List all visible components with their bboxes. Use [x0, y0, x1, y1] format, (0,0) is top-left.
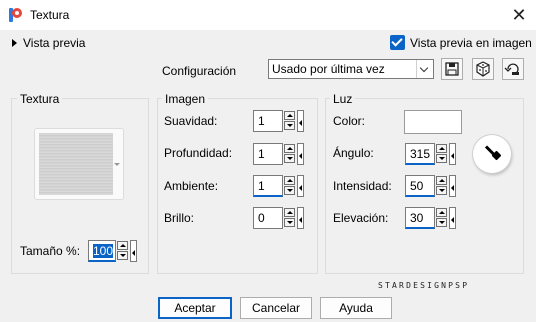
app-logo-icon — [9, 8, 22, 22]
accept-button[interactable]: Aceptar — [158, 297, 232, 319]
brightness-label: Brillo: — [164, 211, 195, 225]
spin-up-icon — [284, 144, 295, 153]
imagen-group-title: Imagen — [162, 92, 209, 106]
brightness-input[interactable]: 0 — [253, 207, 283, 229]
spin-down-icon — [436, 186, 447, 195]
watermark-text: STARDESIGNPSP — [378, 281, 470, 290]
configuration-label: Configuración — [162, 64, 237, 78]
textura-group-title: Textura — [17, 92, 63, 106]
intensity-label: Intensidad: — [333, 179, 392, 193]
ambient-stepper[interactable] — [284, 176, 296, 196]
spin-down-icon — [436, 218, 447, 227]
texture-thumbnail — [39, 133, 113, 195]
spin-down-icon — [436, 154, 447, 163]
luz-group-title: Luz — [330, 92, 356, 106]
intensity-slider-button[interactable] — [449, 175, 456, 197]
cancel-button[interactable]: Cancelar — [240, 297, 312, 319]
intensity-input[interactable]: 50 — [405, 175, 435, 197]
texture-picker[interactable] — [34, 128, 124, 200]
brightness-stepper[interactable] — [284, 208, 296, 228]
ambient-label: Ambiente: — [164, 179, 219, 193]
reset-button[interactable] — [502, 58, 524, 80]
randomize-button[interactable] — [472, 58, 494, 80]
expand-arrow-icon — [12, 39, 17, 47]
help-button[interactable]: Ayuda — [320, 297, 392, 319]
angle-dial[interactable] — [473, 135, 511, 173]
smoothness-stepper[interactable] — [284, 111, 296, 131]
spin-up-icon — [117, 241, 128, 250]
title-bar — [0, 0, 536, 30]
spin-down-icon — [117, 251, 128, 260]
elevation-label: Elevación: — [333, 211, 389, 225]
checkbox-checked-icon[interactable] — [390, 35, 405, 50]
configuration-select[interactable]: Usado por última vez — [268, 59, 434, 79]
angle-stepper[interactable] — [436, 144, 448, 164]
smoothness-input[interactable]: 1 — [253, 110, 283, 132]
save-preset-button[interactable] — [441, 58, 463, 80]
smoothness-spinner[interactable]: 1 — [253, 110, 307, 132]
preview-label: Vista previa — [23, 36, 86, 50]
depth-input[interactable]: 1 — [253, 143, 283, 165]
elevation-input[interactable]: 30 — [405, 207, 435, 229]
dial-handle-icon — [491, 150, 502, 161]
chevron-down-icon[interactable] — [114, 163, 120, 166]
size-spinner[interactable]: 100 — [88, 240, 140, 262]
smoothness-slider-button[interactable] — [297, 110, 304, 132]
angle-spinner[interactable]: 315 — [405, 143, 459, 165]
spin-down-icon — [284, 121, 295, 130]
preview-toggle[interactable]: Vista previa — [12, 36, 85, 50]
spin-up-icon — [436, 176, 447, 185]
intensity-stepper[interactable] — [436, 176, 448, 196]
size-input[interactable]: 100 — [88, 240, 116, 262]
light-color-swatch[interactable] — [404, 110, 462, 134]
spin-down-icon — [284, 186, 295, 195]
intensity-spinner[interactable]: 50 — [405, 175, 459, 197]
spin-up-icon — [436, 208, 447, 217]
spin-up-icon — [436, 144, 447, 153]
image-preview-checkbox[interactable]: Vista previa en imagen — [390, 35, 532, 50]
elevation-spinner[interactable]: 30 — [405, 207, 459, 229]
smoothness-label: Suavidad: — [164, 114, 218, 128]
reset-icon — [504, 63, 519, 75]
brightness-slider-button[interactable] — [297, 207, 304, 229]
angle-input[interactable]: 315 — [405, 143, 435, 165]
spin-up-icon — [284, 111, 295, 120]
image-preview-label: Vista previa en imagen — [410, 35, 532, 50]
size-label: Tamaño %: — [20, 244, 81, 258]
save-icon — [445, 62, 459, 76]
depth-label: Profundidad: — [164, 146, 233, 160]
ambient-slider-button[interactable] — [297, 175, 304, 197]
depth-slider-button[interactable] — [297, 143, 304, 165]
elevation-slider-button[interactable] — [449, 207, 456, 229]
angle-label: Ángulo: — [333, 146, 374, 160]
window-title: Textura — [30, 8, 70, 22]
spin-up-icon — [284, 176, 295, 185]
depth-spinner[interactable]: 1 — [253, 143, 307, 165]
depth-stepper[interactable] — [284, 144, 296, 164]
spin-down-icon — [284, 218, 295, 227]
spin-up-icon — [284, 208, 295, 217]
elevation-stepper[interactable] — [436, 208, 448, 228]
spin-down-icon — [284, 154, 295, 163]
angle-slider-button[interactable] — [449, 143, 456, 165]
size-stepper[interactable] — [117, 241, 129, 261]
close-icon[interactable]: ✕ — [508, 4, 530, 26]
dice-icon — [476, 61, 490, 77]
ambient-input[interactable]: 1 — [253, 175, 283, 197]
ambient-spinner[interactable]: 1 — [253, 175, 307, 197]
chevron-down-icon[interactable] — [416, 60, 433, 78]
color-label: Color: — [333, 114, 366, 128]
brightness-spinner[interactable]: 0 — [253, 207, 307, 229]
size-slider-button[interactable] — [130, 240, 137, 262]
configuration-value: Usado por última vez — [272, 62, 385, 76]
